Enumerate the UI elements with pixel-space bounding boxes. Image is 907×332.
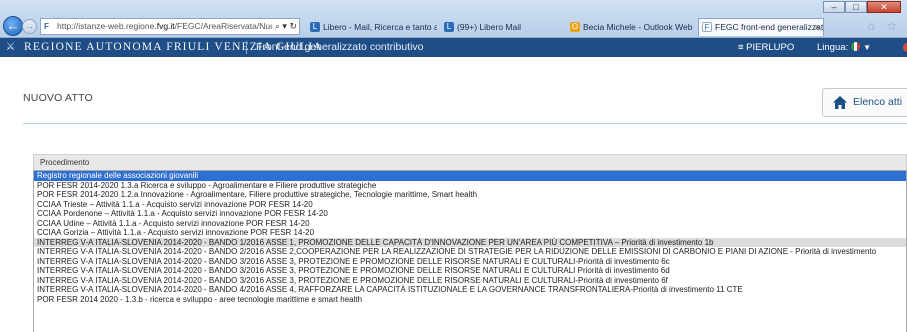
- notification-dot-icon[interactable]: [903, 43, 907, 52]
- browser-tab-libero-mail[interactable]: L (99+) Libero Mail: [440, 18, 564, 36]
- browser-tab-fegc[interactable]: F FEGC front-end generalizzat... ×: [698, 18, 824, 36]
- procedimento-option[interactable]: Registro regionale delle associazioni gi…: [34, 171, 906, 181]
- procedimento-option[interactable]: CCIAA Udine – Attività 1.1.a - Acquisto …: [34, 219, 906, 229]
- browser-tab-outlook[interactable]: O Becia Michele - Outlook Web ...: [566, 18, 696, 36]
- app-subtitle[interactable]: Front-end generalizzato contributivo: [256, 38, 424, 57]
- elenco-atti-button[interactable]: Elenco atti: [822, 88, 907, 117]
- header-divider: [246, 41, 247, 54]
- procedimento-option[interactable]: CCIAA Pordenone – Attività 1.1.a - Acqui…: [34, 209, 906, 219]
- minimize-button[interactable]: –: [823, 1, 845, 13]
- url-prefix: http://istanze-web.regione.: [57, 21, 157, 31]
- url-host: fvg.it: [156, 21, 175, 31]
- procedimento-header: Procedimento: [33, 154, 907, 170]
- language-selector[interactable]: Lingua: ▼: [817, 38, 871, 57]
- libero-favicon-icon: L: [310, 22, 320, 32]
- italian-flag-icon: [851, 42, 861, 51]
- procedimento-option[interactable]: INTERREG V-A ITALIA-SLOVENIA 2014-2020 -…: [34, 237, 906, 247]
- forward-arrow-icon[interactable]: →: [22, 19, 37, 34]
- elenco-atti-label: Elenco atti: [853, 96, 903, 108]
- language-label: Lingua:: [817, 42, 849, 53]
- procedimento-option[interactable]: CCIAA Gorizia – Attività 1.1.a - Acquist…: [34, 228, 906, 238]
- region-logo-icon: ⚔: [5, 41, 16, 53]
- tab-label: (99+) Libero Mail: [457, 22, 522, 32]
- section-divider: [23, 123, 907, 124]
- procedimento-listbox[interactable]: Registro regionale delle associazioni gi…: [33, 170, 907, 332]
- window-titlebar: – □ ✕: [0, 0, 907, 14]
- outlook-favicon-icon: O: [570, 22, 580, 32]
- procedimento-label: Procedimento: [40, 158, 90, 167]
- browser-chrome: – □ ✕ ← → F http://istanze-web.regione.f…: [0, 0, 907, 38]
- tab-label: Becia Michele - Outlook Web ...: [583, 22, 696, 32]
- address-bar-tools[interactable]: ⌕ ▾ ↻: [271, 19, 297, 34]
- url-path: /FEGC/AreaRiservata/Nuo: [174, 21, 275, 31]
- libero-favicon-icon: L: [444, 22, 454, 32]
- close-window-button[interactable]: ✕: [867, 1, 901, 13]
- app-header: ⚔ REGIONE AUTONOMA FRIULI VENEZIA GIULIA…: [0, 38, 907, 57]
- procedimento-option[interactable]: POR FESR 2014-2020 1.2.a Innovazione - A…: [34, 190, 906, 200]
- user-menu[interactable]: ≡ PIERLUPO: [738, 38, 794, 57]
- window-buttons: – □ ✕: [823, 1, 901, 13]
- address-bar[interactable]: F http://istanze-web.regione.fvg.it/FEGC…: [40, 18, 300, 35]
- maximize-button[interactable]: □: [845, 1, 867, 13]
- browser-nav-row: ← → F http://istanze-web.regione.fvg.it/…: [0, 16, 907, 38]
- procedimento-option[interactable]: INTERREG V-A ITALIA-SLOVENIA 2014-2020 -…: [34, 285, 906, 295]
- tab-label: Libero - Mail, Ricerca e tanto al...: [323, 22, 438, 32]
- procedimento-option[interactable]: CCIAA Trieste – Attività 1.1.a - Acquist…: [34, 200, 906, 210]
- fegc-favicon-icon: F: [702, 22, 712, 32]
- procedimento-option[interactable]: POR FESR 2014 2020 - 1.3.b - ricerca e s…: [34, 295, 906, 305]
- procedimento-option[interactable]: INTERREG V-A ITALIA-SLOVENIA 2014-2020 -…: [34, 276, 906, 286]
- browser-toolbar-icons[interactable]: ⌂ ☆: [868, 19, 901, 33]
- tab-label: FEGC front-end generalizzat...: [715, 22, 824, 32]
- browser-tab-libero-ricerca[interactable]: L Libero - Mail, Ricerca e tanto al...: [306, 18, 438, 36]
- back-arrow-icon[interactable]: ←: [3, 16, 23, 36]
- procedimento-option[interactable]: INTERREG V-A ITALIA-SLOVENIA 2014-2020 -…: [34, 257, 906, 267]
- home-icon: [833, 96, 847, 109]
- procedimento-option[interactable]: INTERREG V-A ITALIA-SLOVENIA 2014-2020 -…: [34, 247, 906, 257]
- page-title: NUOVO ATTO: [23, 92, 93, 104]
- site-favicon-icon: F: [44, 22, 49, 31]
- chevron-down-icon: ▼: [863, 43, 872, 52]
- close-tab-icon[interactable]: ×: [815, 19, 820, 35]
- procedimento-option[interactable]: INTERREG V-A ITALIA-SLOVENIA 2014-2020 -…: [34, 266, 906, 276]
- procedimento-option[interactable]: POR FESR 2014-2020 1.3.a Ricerca e svilu…: [34, 181, 906, 191]
